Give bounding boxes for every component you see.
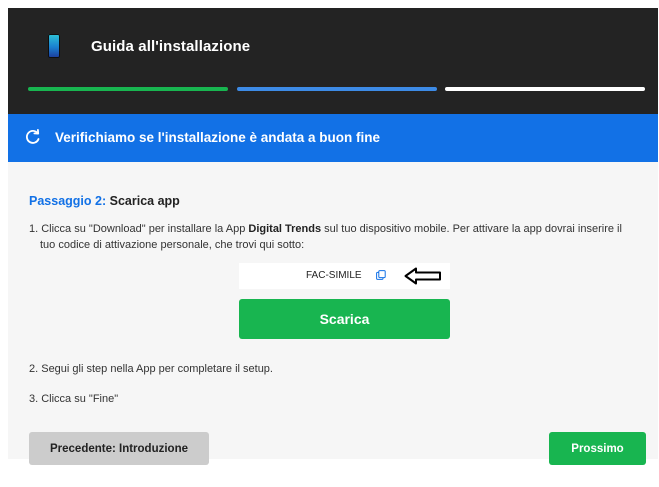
status-banner: Verifichiamo se l'installazione è andata… bbox=[8, 114, 658, 162]
progress-step-3 bbox=[445, 87, 645, 91]
refresh-icon bbox=[26, 129, 40, 144]
instruction-2: 2. Segui gli step nella App per completa… bbox=[29, 363, 273, 375]
copy-icon[interactable] bbox=[376, 270, 386, 280]
progress-step-1 bbox=[28, 87, 228, 91]
app-name: Digital Trends bbox=[248, 223, 322, 235]
instruction-1-text-a: 1. Clicca su "Download" per installare l… bbox=[29, 223, 249, 235]
header: Guida all'installazione bbox=[8, 8, 658, 114]
step-prefix: Passaggio 2: bbox=[29, 194, 107, 208]
arrow-left-icon bbox=[404, 267, 441, 285]
header-title: Guida all'installazione bbox=[91, 38, 251, 55]
step-title: Passaggio 2: Scarica app bbox=[29, 194, 180, 208]
activation-code: FAC-SIMILE bbox=[306, 270, 362, 281]
activation-code-box: FAC-SIMILE bbox=[239, 263, 450, 289]
install-guide-card: Guida all'installazione Verifichiamo se … bbox=[8, 8, 658, 465]
next-button[interactable]: Prossimo bbox=[549, 432, 646, 465]
instruction-3: 3. Clicca su "Fine" bbox=[29, 393, 119, 405]
step-name: Scarica app bbox=[109, 194, 180, 208]
banner-text: Verifichiamo se l'installazione è andata… bbox=[55, 130, 381, 145]
phone-icon bbox=[48, 34, 60, 58]
progress-step-2 bbox=[237, 87, 437, 91]
previous-button[interactable]: Precedente: Introduzione bbox=[29, 432, 209, 465]
instruction-1: 1. Clicca su "Download" per installare l… bbox=[29, 221, 649, 253]
download-button[interactable]: Scarica bbox=[239, 299, 450, 339]
instruction-1-text-b: sul tuo dispositivo mobile. Per attivare… bbox=[321, 223, 622, 235]
instruction-1-text-c: tuo codice di attivazione personale, che… bbox=[40, 239, 305, 251]
